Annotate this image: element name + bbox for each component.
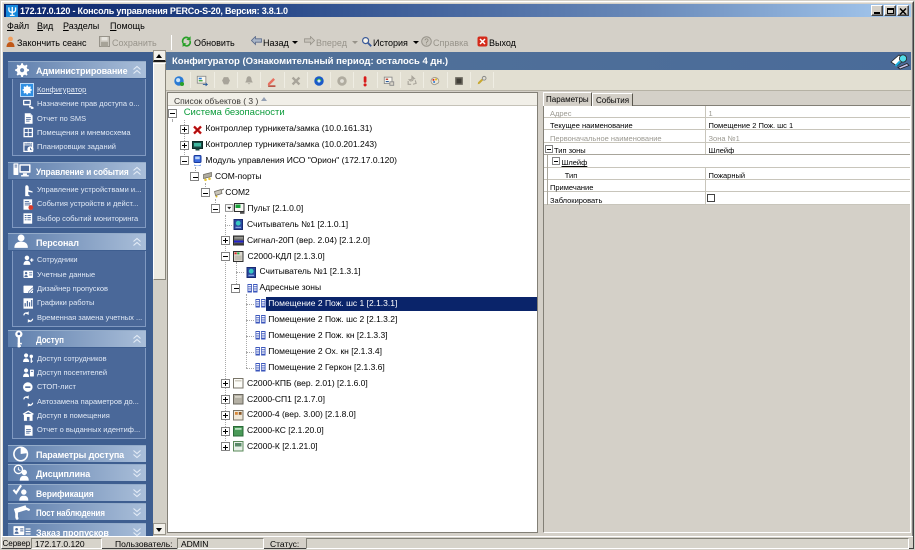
- svg-text:?: ?: [424, 37, 429, 46]
